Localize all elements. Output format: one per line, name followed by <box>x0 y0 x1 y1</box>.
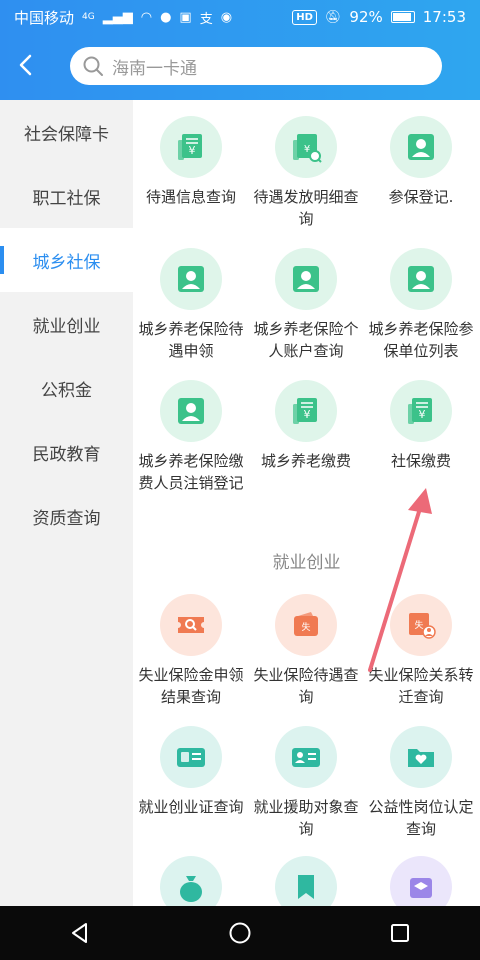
tile-partial-education[interactable] <box>363 856 479 906</box>
tile-partial-money-bag[interactable] <box>133 856 249 906</box>
sidebar-item-civil-education[interactable]: 民政教育 <box>0 420 133 484</box>
tile-partial-bookmark[interactable] <box>248 856 364 906</box>
tile-label: 城乡养老保险缴费人员注销登记 <box>138 452 244 492</box>
tile-pension-payer-cancellation[interactable]: 城乡养老保险缴费人员注销登记 <box>133 380 249 494</box>
tile-unemployment-claim-result[interactable]: 失业保险金申领结果查询 <box>133 594 249 708</box>
chevron-left-icon <box>19 54 32 76</box>
tile-label: 城乡养老保险参保单位列表 <box>368 320 474 360</box>
svg-text:失: 失 <box>301 621 310 633</box>
battery-label: 92% <box>349 8 383 26</box>
id-card-icon <box>160 726 222 788</box>
tile-benefit-info-query[interactable]: ¥ 待遇信息查询 <box>133 116 249 208</box>
tile-label: 待遇信息查询 <box>145 188 236 206</box>
wallet-icon: 失 <box>275 594 337 656</box>
tile-public-welfare-job-query[interactable]: 公益性岗位认定查询 <box>363 726 479 840</box>
mute-icon: 🔕︎ <box>324 9 342 25</box>
sidebar-item-social-security-card[interactable]: 社会保障卡 <box>0 100 133 164</box>
person-card-icon <box>160 248 222 310</box>
tile-label: 城乡养老保险个人账户查询 <box>253 320 359 360</box>
header: 中国移动 4G ▂▄▆ ◠ ● ▣ 支 ◉ HD 🔕︎ 92% 17:53 海南… <box>0 0 480 100</box>
tile-label: 参保登记. <box>388 188 454 206</box>
network-icon: 4G <box>82 12 95 22</box>
tile-label: 失业保险待遇查询 <box>253 666 359 706</box>
tile-label: 就业援助对象查询 <box>253 798 359 838</box>
tile-pension-unit-list[interactable]: 城乡养老保险参保单位列表 <box>363 248 479 362</box>
receipt-search-icon: ¥ <box>275 116 337 178</box>
clock: 17:53 <box>422 8 466 26</box>
search-input[interactable]: 海南一卡通 <box>70 47 442 85</box>
circle-home-icon <box>229 922 251 944</box>
person-card-icon <box>275 248 337 310</box>
person-card-icon <box>160 380 222 442</box>
search-placeholder: 海南一卡通 <box>112 58 197 79</box>
tile-label: 社保缴费 <box>390 452 451 470</box>
sidebar-item-employment[interactable]: 就业创业 <box>0 292 133 356</box>
alipay-icon: 支 <box>199 11 213 27</box>
money-bag-icon <box>160 856 222 906</box>
hd-badge: HD <box>292 9 317 25</box>
category-sidebar: 社会保障卡 职工社保 城乡社保 就业创业 公积金 民政教育 资质查询 <box>0 100 133 906</box>
tile-employment-aid-query[interactable]: 就业援助对象查询 <box>248 726 364 840</box>
search-icon <box>83 56 103 76</box>
heart-folder-icon <box>390 726 452 788</box>
person-card-icon <box>390 116 452 178</box>
svg-text:¥: ¥ <box>419 408 426 421</box>
tile-label: 就业创业证查询 <box>138 798 244 816</box>
tile-label: 待遇发放明细查询 <box>253 188 359 228</box>
id-card-person-icon <box>275 726 337 788</box>
nav-recents-button[interactable] <box>382 915 418 951</box>
nav-home-button[interactable] <box>222 915 258 951</box>
tile-insurance-registration[interactable]: 参保登记. <box>363 116 479 208</box>
svg-text:¥: ¥ <box>304 408 311 421</box>
graduation-cap-icon <box>390 856 452 906</box>
ticket-search-icon <box>160 594 222 656</box>
tile-pension-personal-account[interactable]: 城乡养老保险个人账户查询 <box>248 248 364 362</box>
wechat-icon: ● <box>160 9 172 25</box>
tile-label: 失业保险金申领结果查询 <box>138 666 244 706</box>
tile-label: 城乡养老缴费 <box>260 452 351 470</box>
carrier-label: 中国移动 <box>14 8 75 27</box>
receipt-icon: ¥ <box>160 116 222 178</box>
tile-pension-benefit-application[interactable]: 城乡养老保险待遇申领 <box>133 248 249 362</box>
app2-icon: ◉ <box>220 9 233 25</box>
status-bar: 中国移动 4G ▂▄▆ ◠ ● ▣ 支 ◉ HD 🔕︎ 92% 17:53 <box>0 0 480 34</box>
signal-icon: ▂▄▆ <box>102 9 133 25</box>
receipt-icon: ¥ <box>275 380 337 442</box>
person-card-icon <box>390 248 452 310</box>
sidebar-item-qualification-query[interactable]: 资质查询 <box>0 484 133 548</box>
tile-label: 公益性岗位认定查询 <box>368 798 474 838</box>
battery-icon <box>390 11 415 23</box>
annotation-arrow <box>368 488 432 672</box>
tile-unemployment-benefit-query[interactable]: 失 失业保险待遇查询 <box>248 594 364 708</box>
back-button[interactable] <box>14 52 40 78</box>
receipt-icon: ¥ <box>390 380 452 442</box>
triangle-back-icon <box>72 923 87 943</box>
tile-pension-payment[interactable]: ¥ 城乡养老缴费 <box>248 380 364 472</box>
sidebar-item-housing-fund[interactable]: 公积金 <box>0 356 133 420</box>
tile-benefit-payment-detail[interactable]: ¥ 待遇发放明细查询 <box>248 116 364 230</box>
bookmark-star-icon <box>275 856 337 906</box>
sidebar-item-urban-rural-social-security[interactable]: 城乡社保 <box>0 228 133 292</box>
nav-back-button[interactable] <box>62 915 98 951</box>
system-navigation-bar <box>0 906 480 960</box>
tile-label: 城乡养老保险待遇申领 <box>138 320 244 360</box>
svg-text:¥: ¥ <box>304 144 310 155</box>
sidebar-item-employee-social-security[interactable]: 职工社保 <box>0 164 133 228</box>
tile-social-security-payment[interactable]: ¥ 社保缴费 <box>363 380 479 472</box>
svg-text:¥: ¥ <box>189 144 196 157</box>
wifi-icon: ◠ <box>140 9 153 25</box>
app-icon: ▣ <box>179 9 192 25</box>
tile-employment-certificate-query[interactable]: 就业创业证查询 <box>133 726 249 818</box>
square-recents-icon <box>391 924 409 942</box>
